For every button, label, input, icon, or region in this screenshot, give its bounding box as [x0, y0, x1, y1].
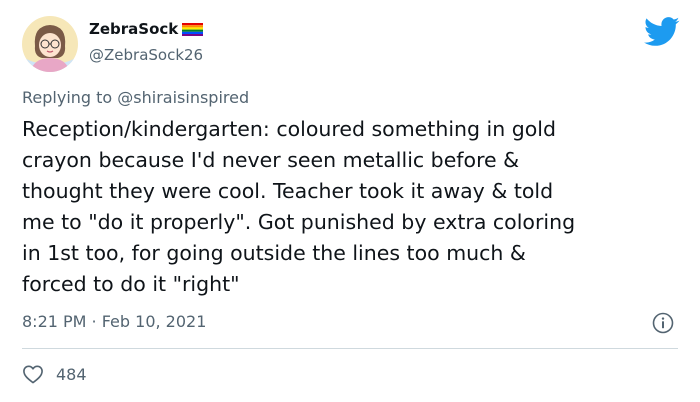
author-display-name[interactable]: ZebraSock: [89, 20, 204, 38]
heart-icon: [23, 365, 43, 384]
twitter-bird-icon[interactable]: [644, 17, 680, 47]
divider: [22, 348, 678, 349]
rainbow-flag-icon: [182, 22, 204, 36]
cartoon-woman-avatar-icon: [22, 16, 78, 72]
reply-prefix: Replying to: [22, 88, 118, 107]
reply-to-mention-link[interactable]: @shiraisinspired: [117, 88, 249, 107]
tweet-text: Reception/kindergarten: coloured somethi…: [22, 117, 576, 296]
tweet-timestamp[interactable]: 8:21 PM · Feb 10, 2021: [22, 312, 206, 331]
display-name-text: ZebraSock: [89, 20, 179, 38]
reply-context: Replying to @shiraisinspired: [22, 88, 249, 107]
info-icon[interactable]: [651, 311, 675, 335]
author-handle[interactable]: @ZebraSock26: [89, 46, 203, 64]
avatar[interactable]: [22, 16, 78, 72]
like-count: 484: [56, 364, 87, 384]
like-button[interactable]: 484: [22, 364, 87, 384]
